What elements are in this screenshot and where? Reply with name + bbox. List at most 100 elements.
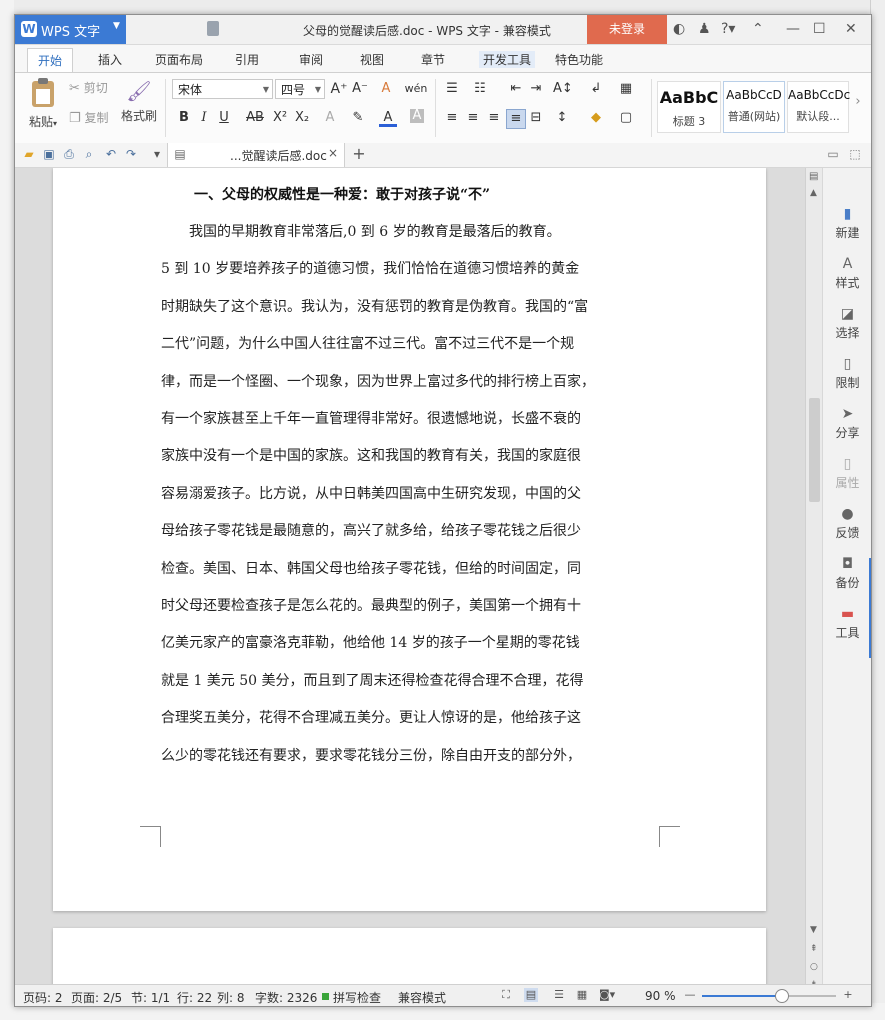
- save-icon[interactable]: ▣: [41, 146, 57, 162]
- distributed-icon[interactable]: ⊟: [527, 109, 545, 127]
- scroll-down-icon[interactable]: ▼: [810, 925, 817, 935]
- pane-restrict[interactable]: ▯ 限制: [823, 356, 871, 391]
- pin-icon[interactable]: ⬚: [847, 146, 863, 162]
- format-painter-button[interactable]: 🖌 格式刷: [119, 79, 159, 124]
- prev-page-icon[interactable]: ⇞: [810, 944, 818, 954]
- grow-font-icon[interactable]: A⁺: [330, 80, 348, 98]
- vertical-scrollbar[interactable]: ▤ ▲ ▼ ⇞ ○ ⇟: [805, 168, 823, 990]
- close-icon[interactable]: ✕: [845, 21, 857, 37]
- borders-icon[interactable]: ▢: [617, 109, 635, 127]
- pane-tools[interactable]: ▬ 工具: [823, 606, 871, 641]
- show-hide-icon[interactable]: ↲: [587, 80, 605, 98]
- cut-button[interactable]: ✂ 剪切: [69, 79, 108, 96]
- align-right-icon[interactable]: ≡: [485, 109, 503, 127]
- paragraph-shading-icon[interactable]: ◆: [587, 109, 605, 127]
- app-menu-button[interactable]: W WPS 文字 ▼: [15, 15, 126, 44]
- styles-more-icon[interactable]: ›: [851, 93, 865, 111]
- font-name-select[interactable]: 宋体 ▼: [172, 79, 273, 99]
- numbering-icon[interactable]: ☷: [471, 80, 489, 98]
- pane-select[interactable]: ◪ 选择: [823, 306, 871, 341]
- collapse-ribbon-icon[interactable]: ⌃: [752, 21, 764, 37]
- highlight-icon[interactable]: ✎: [349, 109, 367, 127]
- align-left-icon[interactable]: ≡: [443, 109, 461, 127]
- pane-feedback[interactable]: ● 反馈: [823, 506, 871, 541]
- tab-references[interactable]: 引用: [235, 51, 259, 68]
- document-tab[interactable]: ▤ ...觉醒读后感.doc ×: [167, 143, 345, 167]
- window-mode-icon[interactable]: ▭: [825, 146, 841, 162]
- zoom-in-icon[interactable]: +: [841, 988, 855, 1002]
- fullscreen-view-icon[interactable]: ⛶: [499, 988, 513, 1002]
- clear-format-icon[interactable]: A: [377, 80, 395, 98]
- pane-properties[interactable]: ▯ 属性: [823, 456, 871, 491]
- login-button[interactable]: 未登录: [587, 15, 667, 44]
- increase-indent-icon[interactable]: ⇥: [527, 80, 545, 98]
- page-view-icon[interactable]: ▤: [524, 988, 538, 1002]
- style-heading3[interactable]: AaBbC 标题 3: [657, 81, 721, 133]
- italic-icon[interactable]: I: [195, 109, 213, 127]
- tab-developer[interactable]: 开发工具: [479, 51, 536, 68]
- browse-object-icon[interactable]: ○: [810, 962, 818, 972]
- print-preview-icon[interactable]: ⌕: [81, 146, 97, 162]
- outline-view-icon[interactable]: ☰: [552, 988, 566, 1002]
- decrease-indent-icon[interactable]: ⇤: [507, 80, 525, 98]
- zoom-slider[interactable]: [702, 989, 836, 1003]
- bold-icon[interactable]: B: [175, 109, 193, 127]
- tab-page-layout[interactable]: 页面布局: [155, 51, 203, 68]
- web-view-icon[interactable]: ▦: [575, 988, 589, 1002]
- tab-review[interactable]: 审阅: [299, 51, 323, 68]
- document-area[interactable]: 一、父母的权威性是一种爱：敢于对孩子说“不” 我国的早期教育非常落后,0 到 6…: [15, 168, 805, 984]
- status-word-count[interactable]: 字数: 2326: [255, 989, 317, 1006]
- align-center-icon[interactable]: ≡: [464, 109, 482, 127]
- pane-new[interactable]: ▮ 新建: [823, 206, 871, 241]
- style-normal-web[interactable]: AaBbCcD 普通(网站): [723, 81, 785, 133]
- strikethrough-icon[interactable]: AB: [243, 109, 267, 127]
- skin-icon[interactable]: ◐: [673, 21, 685, 37]
- scroll-up-icon[interactable]: ▲: [810, 188, 817, 198]
- scroll-thumb[interactable]: [809, 398, 820, 502]
- tab-insert[interactable]: 插入: [98, 51, 122, 68]
- open-folder-icon[interactable]: ▰: [21, 146, 37, 162]
- superscript-icon[interactable]: X²: [271, 109, 289, 127]
- pane-backup[interactable]: ◘ 备份: [823, 556, 871, 591]
- underline-icon[interactable]: U: [215, 109, 233, 127]
- font-size-select[interactable]: 四号 ▼: [275, 79, 325, 99]
- reading-view-icon[interactable]: ◙▾: [599, 988, 615, 1002]
- redo-icon[interactable]: ↷: [123, 146, 139, 162]
- qat-more-icon[interactable]: ▾: [149, 146, 165, 162]
- status-spell-check[interactable]: 拼写检查: [333, 989, 381, 1006]
- table-icon[interactable]: ▦: [617, 80, 635, 98]
- bullets-icon[interactable]: ☰: [443, 80, 461, 98]
- undo-icon[interactable]: ↶: [103, 146, 119, 162]
- pane-share[interactable]: ➤ 分享: [823, 406, 871, 441]
- shrink-font-icon[interactable]: A⁻: [351, 80, 369, 98]
- char-shading-icon[interactable]: A: [410, 109, 424, 123]
- zoom-out-icon[interactable]: —: [683, 988, 697, 1002]
- help-icon[interactable]: ?▾: [721, 21, 735, 37]
- print-icon[interactable]: ⎙: [61, 146, 77, 162]
- tab-view[interactable]: 视图: [360, 51, 384, 68]
- style-name: 普通(网站): [727, 110, 781, 123]
- subscript-icon[interactable]: X₂: [293, 109, 311, 127]
- maximize-icon[interactable]: ☐: [813, 21, 826, 37]
- app-name: WPS 文字: [41, 25, 101, 40]
- tab-chapter[interactable]: 章节: [421, 51, 445, 68]
- tab-special-features[interactable]: 特色功能: [555, 51, 603, 68]
- phonetic-guide-icon[interactable]: wén: [403, 80, 429, 98]
- font-color-icon[interactable]: A: [379, 109, 397, 127]
- style-default-paragraph[interactable]: AaBbCcDc 默认段...: [787, 81, 850, 133]
- new-tab-icon[interactable]: +: [351, 146, 367, 162]
- text-effect-icon[interactable]: A: [321, 109, 339, 127]
- shirt-icon[interactable]: ♟: [698, 21, 711, 37]
- tab-home[interactable]: 开始: [27, 48, 74, 72]
- pane-styles[interactable]: A 样式: [823, 256, 871, 291]
- close-tab-icon[interactable]: ×: [328, 146, 338, 160]
- paste-button[interactable]: 粘贴▾: [25, 78, 61, 130]
- ruler-toggle-icon[interactable]: ▤: [809, 171, 818, 182]
- justify-icon[interactable]: ≡: [506, 109, 526, 129]
- line-spacing-icon[interactable]: ↕: [553, 109, 571, 127]
- copy-button[interactable]: ❐ 复制: [69, 109, 109, 126]
- zoom-slider-knob[interactable]: [775, 989, 789, 1003]
- minimize-icon[interactable]: —: [786, 21, 800, 37]
- crop-mark-right: [659, 826, 680, 847]
- chinese-layout-icon[interactable]: A↕: [553, 80, 573, 98]
